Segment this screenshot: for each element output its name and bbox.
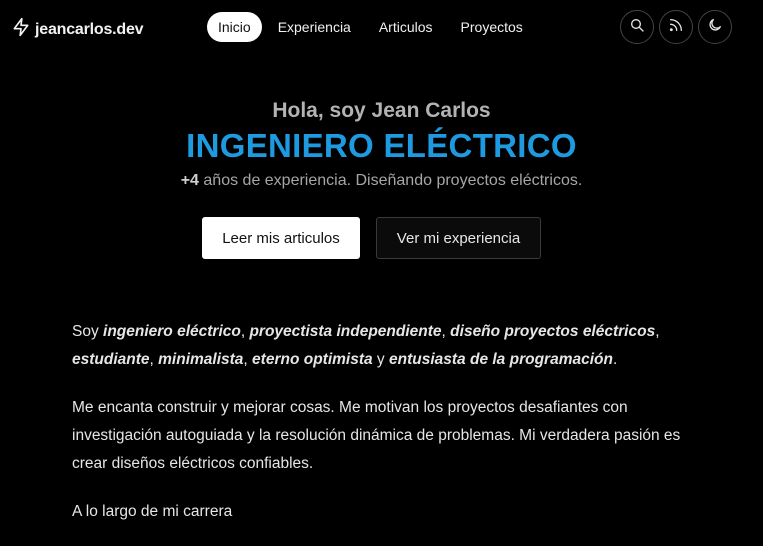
hero-subtitle-text: años de experiencia. Diseñando proyectos… [198,172,583,189]
hero-title: INGENIERO ELÉCTRICO [186,127,577,164]
intro-text: y [372,351,389,368]
intro-highlight: diseño proyectos eléctricos [450,323,656,340]
rss-icon [668,17,684,38]
hero-greeting: Hola, soy Jean Carlos [272,99,491,122]
nav-item-proyectos[interactable]: Proyectos [447,12,537,42]
hero-subtitle: +4 años de experiencia. Diseñando proyec… [0,170,763,192]
intro-highlight: ingeniero eléctrico [103,323,241,340]
intro-text: , [243,351,253,368]
view-experience-button[interactable]: Ver mi experiencia [376,217,541,259]
intro-highlight: estudiante [72,351,150,368]
about-section: Soy ingeniero eléctrico, proyectista ind… [72,318,692,546]
about-paragraph: Me encanta construir y mejorar cosas. Me… [72,399,681,472]
about-paragraph-career: A lo largo de mi carrera [72,503,233,520]
brand-link[interactable]: jeancarlos.dev [11,17,144,42]
intro-highlight: entusiasta de la programación [389,351,613,368]
theme-toggle-button[interactable] [698,10,732,44]
rss-button[interactable] [659,10,693,44]
search-icon [629,17,645,38]
intro-text: , [149,351,159,368]
hero-actions: Leer mis articulos Ver mi experiencia [202,217,541,259]
lightning-icon [11,17,31,42]
intro-text: . [612,351,618,368]
header-actions [620,10,732,44]
moon-icon [707,17,723,38]
hero-section: Hola, soy Jean Carlos INGENIERO ELÉCTRIC… [0,96,763,192]
brand-name: jeancarlos.dev [35,20,144,38]
nav-item-inicio[interactable]: Inicio [207,12,262,42]
intro-text: , [441,323,451,340]
intro-text: , [655,323,660,340]
experience-years: +4 [180,172,199,189]
nav-item-experiencia[interactable]: Experiencia [264,12,365,42]
intro-highlight: minimalista [158,351,244,368]
intro-highlight: eterno optimista [252,351,373,368]
intro-highlight: proyectista independiente [249,323,442,340]
read-articles-button[interactable]: Leer mis articulos [202,217,360,259]
about-intro: Soy ingeniero eléctrico, proyectista ind… [72,318,692,374]
search-button[interactable] [620,10,654,44]
site-header: jeancarlos.dev Inicio Experiencia Articu… [0,0,763,60]
intro-text: Soy [72,323,104,340]
nav-item-articulos[interactable]: Articulos [365,12,447,42]
main-nav: Inicio Experiencia Articulos Proyectos [207,12,537,42]
